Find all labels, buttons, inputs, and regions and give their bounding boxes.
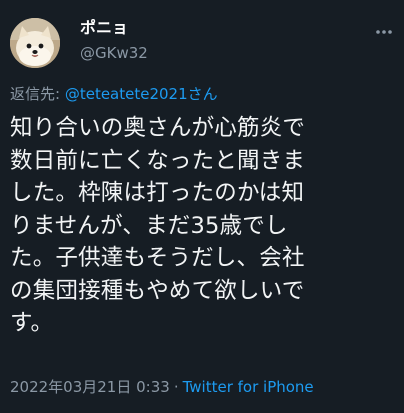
tweet-header: ポニョ @GKw32 xyxy=(10,8,394,72)
tweet-line: した。枠陳は打ったのかは知 xyxy=(10,180,305,206)
avatar[interactable] xyxy=(10,18,60,68)
tweet-timestamp[interactable]: 2022年03月21日 0:33 xyxy=(10,378,170,396)
more-dots-icon[interactable] xyxy=(374,24,394,38)
tweet-line: す。 xyxy=(10,310,54,336)
meta-separator: · xyxy=(173,378,179,396)
tweet-line: 知り合いの奥さんが心筋炎で xyxy=(10,115,306,141)
tweet-source-link[interactable]: Twitter for iPhone xyxy=(183,378,314,396)
tweet-text: 知り合いの奥さんが心筋炎で 数日前に亡くなったと聞きま した。枠陳は打ったのかは… xyxy=(10,112,398,340)
pomeranian-avatar-image xyxy=(10,18,60,68)
tweet-line: 数日前に亡くなったと聞きま xyxy=(10,147,306,174)
reply-prefix: 返信先: xyxy=(10,85,65,103)
user-names: ポニョ @GKw32 xyxy=(80,18,148,64)
display-name[interactable]: ポニョ xyxy=(80,18,148,38)
user-handle[interactable]: @GKw32 xyxy=(80,42,148,64)
reply-mention-link[interactable]: @teteatete2021さん xyxy=(65,85,218,103)
tweet-line: りませんが、まだ35歳でし xyxy=(10,212,288,239)
tweet-line: の集団接種もやめて欲しいで xyxy=(10,277,305,304)
reply-context: 返信先: @teteatete2021さん xyxy=(10,84,218,104)
tweet-line: た。子供達もそうだし、会社 xyxy=(10,245,305,271)
tweet-meta: 2022年03月21日 0:33 · Twitter for iPhone xyxy=(10,376,314,398)
